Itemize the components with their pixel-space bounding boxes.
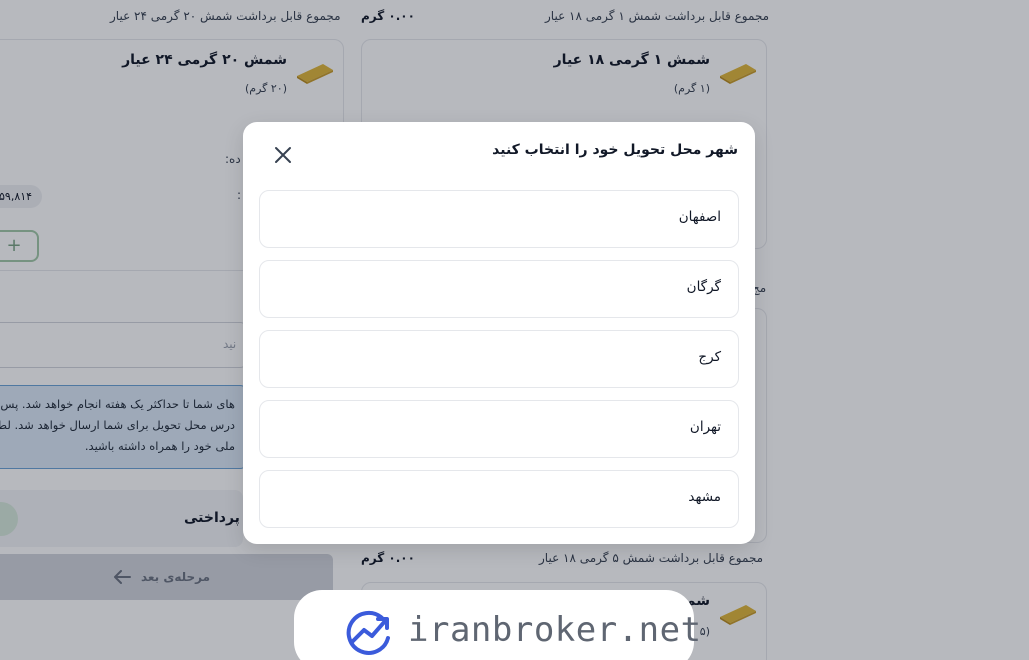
city-option-tehran[interactable]: تهران xyxy=(259,400,739,458)
city-option-karaj[interactable]: کرج xyxy=(259,330,739,388)
city-option-mashhad[interactable]: مشهد xyxy=(259,470,739,528)
city-label: کرج xyxy=(698,349,721,365)
city-label: تهران xyxy=(689,419,721,435)
modal-title: شهر محل تحویل خود را انتخاب کنید xyxy=(492,142,738,158)
city-label: گرگان xyxy=(686,279,721,295)
city-option-gorgan[interactable]: گرگان xyxy=(259,260,739,318)
city-option-isfahan[interactable]: اصفهان xyxy=(259,190,739,248)
city-select-modal: شهر محل تحویل خود را انتخاب کنید اصفهان … xyxy=(243,122,755,544)
city-label: اصفهان xyxy=(678,209,721,225)
brand-logo-icon xyxy=(346,610,390,655)
close-icon[interactable] xyxy=(271,143,295,167)
watermark-badge: iranbroker.net xyxy=(294,590,701,660)
city-label: مشهد xyxy=(688,489,721,505)
watermark-text: iranbroker.net xyxy=(408,610,702,650)
